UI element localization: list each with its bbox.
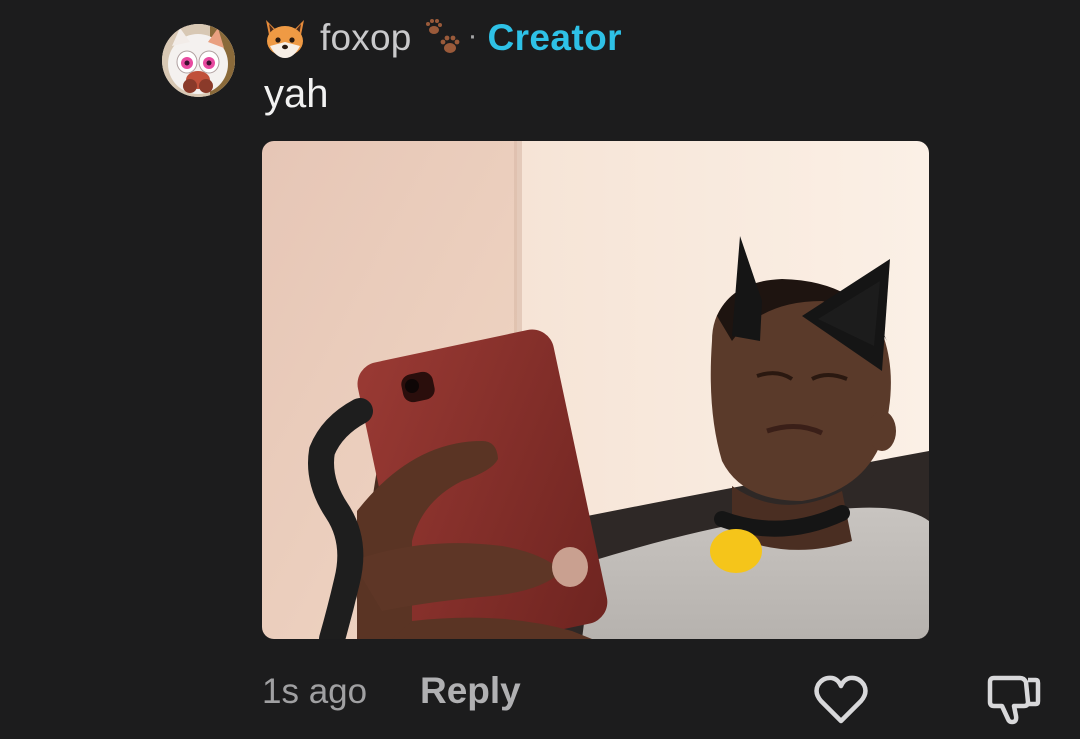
photo-image (262, 141, 929, 639)
attached-photo[interactable] (262, 141, 929, 639)
author-avatar[interactable] (162, 24, 235, 97)
paw-prints-icon (424, 18, 464, 58)
comment: foxop · Creator yah 1s ago Reply (0, 0, 1080, 739)
heart-icon[interactable] (814, 675, 868, 725)
thumbs-down-icon[interactable] (986, 674, 1042, 726)
fox-face-icon (262, 16, 308, 60)
reply-button[interactable]: Reply (420, 670, 521, 712)
creator-badge: Creator (487, 17, 622, 58)
fox-character-avatar-icon (162, 24, 235, 97)
header-separator: · (467, 19, 478, 52)
comment-header: foxop · Creator (262, 14, 622, 62)
author-username[interactable]: foxop (320, 17, 412, 59)
comment-text: yah (264, 72, 329, 116)
comment-timestamp: 1s ago (262, 672, 368, 711)
